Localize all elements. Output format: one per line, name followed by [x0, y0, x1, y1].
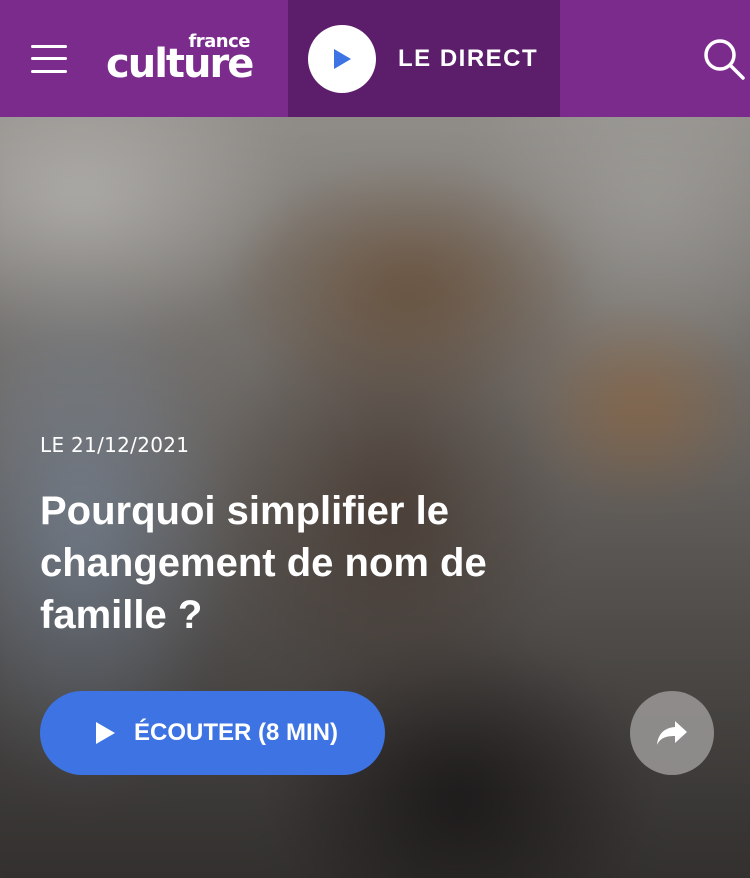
live-play-circle	[308, 24, 376, 93]
logo-culture-text: culture	[106, 41, 254, 87]
article-title: Pourquoi simplifier le changement de nom…	[40, 489, 487, 637]
menu-button[interactable]	[0, 0, 100, 117]
share-arrow-icon	[657, 721, 687, 745]
article-hero: LE 21/12/2021 Pourquoi simplifier le cha…	[0, 117, 750, 878]
live-stream-button[interactable]: LE DIRECT	[288, 0, 560, 117]
play-icon	[334, 48, 351, 69]
listen-label: ÉCOUTER (8 MIN)	[134, 719, 338, 746]
search-button[interactable]	[680, 0, 750, 117]
share-button[interactable]	[630, 691, 714, 775]
top-navigation-bar: france culture LE DIRECT	[0, 0, 750, 117]
play-icon	[96, 722, 115, 744]
hamburger-menu-icon	[31, 44, 67, 73]
france-culture-logo[interactable]: france culture	[100, 0, 288, 117]
search-icon	[704, 38, 745, 80]
listen-button[interactable]: ÉCOUTER (8 MIN)	[40, 691, 385, 775]
article-header: LE 21/12/2021 Pourquoi simplifier le cha…	[40, 433, 660, 641]
article-date: LE 21/12/2021	[40, 433, 190, 457]
live-label: LE DIRECT	[398, 44, 539, 72]
